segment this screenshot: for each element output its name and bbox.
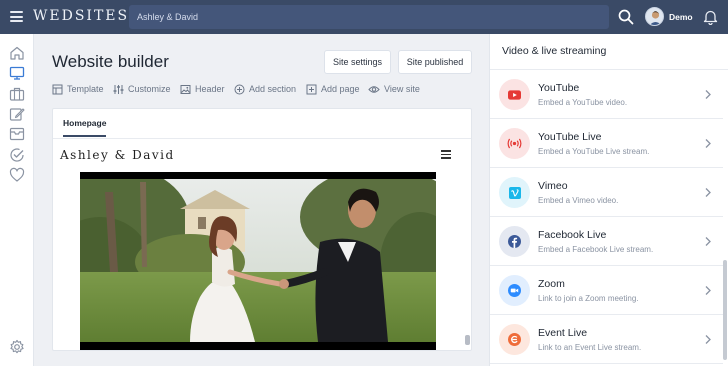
option-title: Vimeo <box>538 180 568 192</box>
facebook-live-option[interactable]: Facebook Live Embed a Facebook Live stre… <box>490 217 723 266</box>
chevron-right-icon <box>705 286 711 295</box>
check-circle-icon[interactable] <box>9 147 25 163</box>
chevron-right-icon <box>705 188 711 197</box>
settings-gear-icon[interactable] <box>9 339 25 355</box>
site-selector[interactable]: Ashley & David <box>129 5 609 29</box>
option-desc: Embed a Facebook Live stream. <box>538 245 654 254</box>
eye-icon <box>368 85 380 93</box>
site-settings-button[interactable]: Site settings <box>324 50 391 74</box>
left-rail <box>0 34 34 366</box>
chevron-right-icon <box>705 237 711 246</box>
add-page-button[interactable]: Add page <box>306 82 360 96</box>
customize-button[interactable]: Customize <box>113 82 171 96</box>
website-icon[interactable] <box>9 65 25 81</box>
hero-photo <box>80 172 436 350</box>
brand-logo: WEDSITES <box>33 8 130 24</box>
facebook-icon <box>499 226 530 257</box>
view-site-label: View site <box>384 84 420 94</box>
template-button[interactable]: Template <box>52 82 104 96</box>
youtube-icon <box>499 79 530 110</box>
briefcase-icon[interactable] <box>9 86 25 102</box>
option-desc: Embed a YouTube Live stream. <box>538 147 650 156</box>
video-streaming-panel: Video & live streaming YouTube Embed a Y… <box>489 34 728 366</box>
tab-divider <box>53 138 471 139</box>
option-title: YouTube Live <box>538 131 602 143</box>
option-title: Event Live <box>538 327 588 339</box>
option-title: Facebook Live <box>538 229 607 241</box>
youtube-live-option[interactable]: YouTube Live Embed a YouTube Live stream… <box>490 119 723 168</box>
edit-icon[interactable] <box>9 106 25 122</box>
page-title: Website builder <box>52 52 169 71</box>
event-live-option[interactable]: Event Live Link to an Event Live stream. <box>490 315 723 364</box>
panel-scrollbar[interactable] <box>723 260 727 360</box>
bell-icon[interactable] <box>703 9 718 25</box>
option-desc: Embed a Vimeo video. <box>538 196 619 205</box>
header-label: Header <box>195 84 225 94</box>
plus-circle-icon <box>234 84 245 94</box>
option-desc: Link to an Event Live stream. <box>538 343 642 352</box>
home-icon[interactable] <box>9 45 25 61</box>
menu-icon[interactable] <box>10 11 23 22</box>
add-page-icon <box>306 84 317 94</box>
vimeo-option[interactable]: Vimeo Embed a Vimeo video. <box>490 168 723 217</box>
template-label: Template <box>67 84 104 94</box>
zoom-icon <box>499 275 530 306</box>
preview-menu-icon[interactable] <box>441 150 451 159</box>
inbox-icon[interactable] <box>9 126 25 142</box>
site-preview: Homepage Ashley & David <box>52 108 472 351</box>
wedding-couple-photo <box>80 172 436 350</box>
template-icon <box>52 84 63 94</box>
eventlive-icon <box>499 324 530 355</box>
option-desc: Link to join a Zoom meeting. <box>538 294 639 303</box>
search-icon[interactable] <box>618 9 634 25</box>
live-broadcast-icon <box>499 128 530 159</box>
add-section-button[interactable]: Add section <box>234 82 296 96</box>
heart-icon[interactable] <box>9 167 25 183</box>
header-button[interactable]: Header <box>180 82 225 96</box>
site-published-button[interactable]: Site published <box>398 50 472 74</box>
top-bar: WEDSITES Ashley & David Demo <box>0 0 728 34</box>
add-page-label: Add page <box>321 84 360 94</box>
option-title: YouTube <box>538 82 580 94</box>
panel-title: Video & live streaming <box>502 45 607 57</box>
sliders-icon <box>113 84 124 94</box>
chevron-right-icon <box>705 139 711 148</box>
vimeo-icon <box>499 177 530 208</box>
customize-label: Customize <box>128 84 171 94</box>
zoom-option[interactable]: Zoom Link to join a Zoom meeting. <box>490 266 723 315</box>
preview-site-logo: Ashley & David <box>60 148 175 162</box>
youtube-option[interactable]: YouTube Embed a YouTube video. <box>490 70 723 119</box>
add-section-label: Add section <box>249 84 297 94</box>
view-site-button[interactable]: View site <box>368 82 420 96</box>
preview-scrollbar[interactable] <box>465 335 470 345</box>
option-desc: Embed a YouTube video. <box>538 98 628 107</box>
avatar[interactable] <box>645 7 664 26</box>
chevron-right-icon <box>705 335 711 344</box>
option-title: Zoom <box>538 278 565 290</box>
user-name[interactable]: Demo <box>669 12 693 22</box>
chevron-right-icon <box>705 90 711 99</box>
tab-homepage[interactable]: Homepage <box>63 118 107 137</box>
image-icon <box>180 84 191 94</box>
